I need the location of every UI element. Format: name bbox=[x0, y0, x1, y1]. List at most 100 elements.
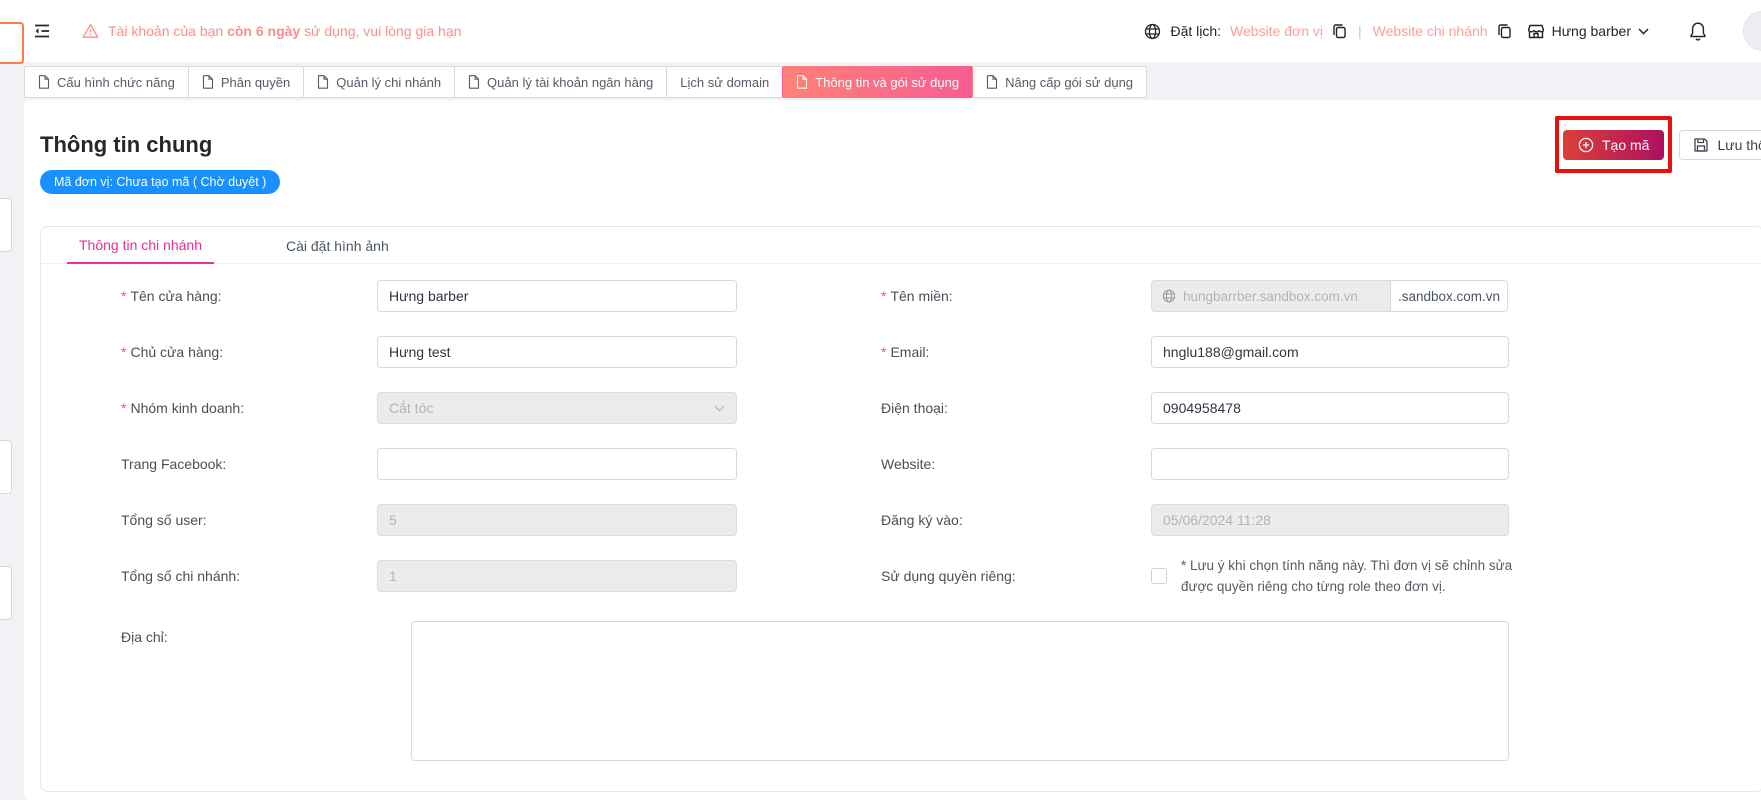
private-role-checkbox[interactable] bbox=[1151, 568, 1167, 584]
card-actions: Tạo mã Lưu thông t bbox=[1563, 130, 1761, 160]
checkbox-note: * Lưu ý khi chọn tính năng này. Thì đơn … bbox=[1181, 555, 1515, 597]
field-label: *Tên cửa hàng: bbox=[121, 288, 377, 304]
field-label-text: Website: bbox=[881, 456, 935, 472]
page-tab-label: Phân quyền bbox=[221, 75, 290, 90]
required-asterisk: * bbox=[881, 344, 886, 360]
sidebar-fragment bbox=[0, 22, 24, 64]
website-branch-link[interactable]: Website chi nhánh bbox=[1373, 23, 1488, 39]
store-icon bbox=[1527, 23, 1545, 40]
field-input[interactable] bbox=[1151, 448, 1509, 480]
field-label-text: Tổng số chi nhánh: bbox=[121, 568, 240, 584]
field-input[interactable] bbox=[1151, 392, 1509, 424]
sidebar-fragment bbox=[0, 440, 12, 494]
page-title: Thông tin chung bbox=[40, 130, 1761, 160]
field-label: Tổng số user: bbox=[121, 512, 377, 528]
page-tab-label: Thông tin và gói sử dụng bbox=[815, 75, 959, 90]
address-row: Địa chỉ: bbox=[121, 621, 1761, 761]
page-tab[interactable]: Quản lý tài khoản ngân hàng bbox=[454, 66, 667, 98]
header-right: Đặt lịch: Website đơn vị | Website chi n… bbox=[1144, 11, 1761, 51]
form-row: Đăng ký vào: bbox=[881, 504, 1515, 536]
field-label-text: Tên miền: bbox=[890, 288, 952, 304]
file-icon bbox=[986, 75, 998, 89]
field-label-text: Chủ cửa hàng: bbox=[130, 344, 223, 360]
field-input[interactable] bbox=[377, 448, 737, 480]
form-row: Tổng số user: bbox=[121, 504, 737, 536]
required-asterisk: * bbox=[121, 344, 126, 360]
inner-tab[interactable]: Thông tin chi nhánh bbox=[67, 237, 214, 264]
field-label: Điện thoại: bbox=[881, 400, 1151, 416]
globe-icon bbox=[1144, 23, 1161, 40]
field-input bbox=[377, 504, 737, 536]
page-tab[interactable]: Lịch sử domain bbox=[666, 66, 783, 98]
file-icon bbox=[468, 75, 480, 89]
field-label-text: Tên cửa hàng: bbox=[130, 288, 221, 304]
inner-tab[interactable]: Cài đặt hình ảnh bbox=[274, 238, 401, 263]
domain-input: hungbarrber.sandbox.com.vn bbox=[1151, 280, 1391, 312]
page-tab-label: Nâng cấp gói sử dụng bbox=[1005, 75, 1133, 90]
plus-circle-icon bbox=[1578, 137, 1594, 153]
field-label-text: Tổng số user: bbox=[121, 512, 207, 528]
account-switcher[interactable]: Hưng barber bbox=[1527, 23, 1649, 40]
save-icon bbox=[1693, 137, 1709, 153]
page-tab[interactable]: Nâng cấp gói sử dụng bbox=[972, 66, 1147, 98]
form-row: *Nhóm kinh doanh: Cắt tóc bbox=[121, 392, 737, 424]
form-column-left: *Tên cửa hàng:*Chủ cửa hàng:*Nhóm kinh d… bbox=[121, 280, 737, 616]
field-label: Đăng ký vào: bbox=[881, 512, 1151, 528]
field-input[interactable] bbox=[377, 280, 737, 312]
form-column-right: *Tên miền:hungbarrber.sandbox.com.vn.san… bbox=[881, 280, 1515, 616]
field-label-text: Điện thoại: bbox=[881, 400, 948, 416]
copy-icon[interactable] bbox=[1497, 23, 1512, 39]
field-label: *Nhóm kinh doanh: bbox=[121, 400, 377, 416]
address-textarea[interactable] bbox=[411, 621, 1509, 761]
inner-tabs: Thông tin chi nhánh Cài đặt hình ảnh bbox=[41, 227, 1761, 264]
field-label: *Chủ cửa hàng: bbox=[121, 344, 377, 360]
field-label: Tổng số chi nhánh: bbox=[121, 568, 377, 584]
field-label: *Email: bbox=[881, 344, 1151, 360]
globe-icon bbox=[1162, 289, 1176, 303]
warning-triangle-icon bbox=[82, 23, 99, 39]
chevron-down-icon bbox=[1638, 28, 1649, 35]
field-label: Sử dụng quyền riêng: bbox=[881, 568, 1151, 584]
bell-icon[interactable] bbox=[1688, 21, 1708, 42]
form-row: *Tên miền: hungbarrber.sandbox.com.vn.san… bbox=[881, 280, 1515, 312]
form-row: Website: bbox=[881, 448, 1515, 480]
page-tab[interactable]: Quản lý chi nhánh bbox=[303, 66, 455, 98]
separator: | bbox=[1358, 23, 1362, 39]
field-label-text: Sử dụng quyền riêng: bbox=[881, 568, 1016, 584]
field-label-text: Đăng ký vào: bbox=[881, 512, 963, 528]
domain-input-group: hungbarrber.sandbox.com.vn.sandbox.com.v… bbox=[1151, 280, 1508, 312]
form-row: Trang Facebook: bbox=[121, 448, 737, 480]
field-input[interactable] bbox=[377, 336, 737, 368]
required-asterisk: * bbox=[121, 400, 126, 416]
page-tab[interactable]: Thông tin và gói sử dụng bbox=[782, 66, 973, 98]
page-tab-label: Cấu hình chức năng bbox=[57, 75, 175, 90]
page-tab-label: Quản lý tài khoản ngân hàng bbox=[487, 75, 653, 90]
form-row: *Chủ cửa hàng: bbox=[121, 336, 737, 368]
required-asterisk: * bbox=[121, 288, 126, 304]
select-value: Cắt tóc bbox=[389, 400, 433, 416]
main-card: Thông tin chung Mã đơn vị: Chưa tạo mã (… bbox=[24, 100, 1761, 800]
save-info-button[interactable]: Lưu thông t bbox=[1679, 130, 1761, 160]
field-label-text: Nhóm kinh doanh: bbox=[130, 400, 244, 416]
field-select: Cắt tóc bbox=[377, 392, 737, 424]
form-row: Sử dụng quyền riêng:* Lưu ý khi chọn tín… bbox=[881, 560, 1515, 592]
website-unit-link[interactable]: Website đơn vị bbox=[1230, 23, 1323, 39]
branch-form: *Tên cửa hàng:*Chủ cửa hàng:*Nhóm kinh d… bbox=[41, 264, 1761, 791]
sidebar-fragment bbox=[0, 566, 12, 620]
create-code-button[interactable]: Tạo mã bbox=[1563, 130, 1664, 160]
required-asterisk: * bbox=[881, 288, 886, 304]
field-label-text: Email: bbox=[890, 344, 929, 360]
field-input[interactable] bbox=[1151, 336, 1509, 368]
menu-fold-icon[interactable] bbox=[32, 21, 52, 41]
page-tab[interactable]: Phân quyền bbox=[188, 66, 304, 98]
domain-value: hungbarrber.sandbox.com.vn bbox=[1183, 289, 1358, 304]
field-label: Địa chỉ: bbox=[121, 621, 377, 645]
sidebar-fragment bbox=[0, 198, 12, 252]
expiry-warning: Tài khoản của bạn còn 6 ngày sử dụng, vu… bbox=[82, 23, 461, 39]
account-name: Hưng barber bbox=[1552, 23, 1631, 39]
avatar[interactable] bbox=[1743, 11, 1761, 51]
page-tab[interactable]: Cấu hình chức năng bbox=[24, 66, 189, 98]
top-header: Tài khoản của bạn còn 6 ngày sử dụng, vu… bbox=[0, 0, 1761, 62]
copy-icon[interactable] bbox=[1332, 23, 1347, 39]
form-row: *Tên cửa hàng: bbox=[121, 280, 737, 312]
